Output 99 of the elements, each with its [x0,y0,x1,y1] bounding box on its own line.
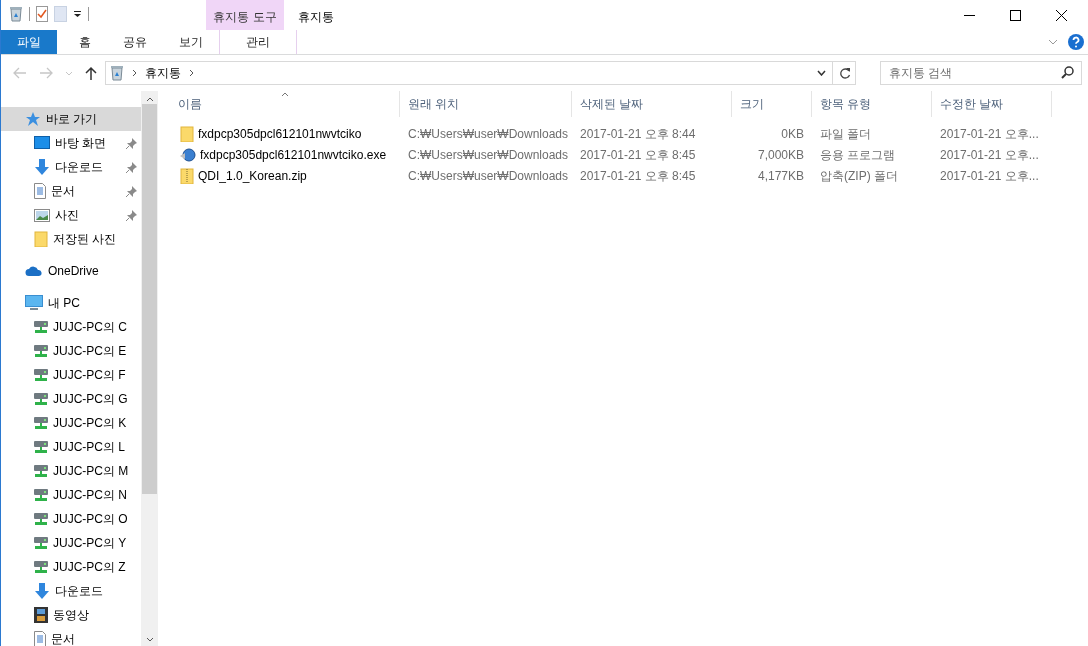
nav-item[interactable]: 문서 [1,179,141,203]
network-drive-icon [34,536,48,550]
nav-item[interactable]: OneDrive [1,259,141,283]
dropdown-icon[interactable] [73,10,82,18]
nav-item[interactable]: 다운로드 [1,579,141,603]
network-drive-icon [34,488,48,502]
chevron-icon [132,69,137,77]
nav-item[interactable]: 동영상 [1,603,141,627]
search-icon[interactable] [1061,66,1074,79]
nav-item[interactable]: JUJC-PC의 Z [1,555,141,579]
nav-item[interactable]: 바로 가기 [1,107,141,131]
column-header[interactable]: 크기 [732,91,812,117]
column-header[interactable]: 수정한 날짜 [932,91,1052,117]
computer-icon [25,295,43,311]
network-drive-icon [34,368,48,382]
maximize-icon[interactable] [1009,9,1021,21]
column-header[interactable]: 이름 [170,91,400,117]
cloud-icon [25,265,43,277]
nav-item[interactable]: 문서 [1,627,141,646]
folder-icon [34,231,48,247]
search-field[interactable]: 휴지통 검색 [880,61,1082,85]
document-icon [34,183,46,199]
ribbon-tab[interactable]: 공유 [107,30,163,54]
film-icon [34,607,48,623]
down-arrow-icon [34,159,50,175]
nav-item[interactable]: JUJC-PC의 Y [1,531,141,555]
file-name[interactable]: fxdpcp305dpcl612101nwvtciko [170,124,400,143]
table-cell-text: 2017-01-21 오후 8:44 [579,125,697,143]
table-cell-text: 파일 폴더 [819,125,873,143]
nav-item[interactable]: JUJC-PC의 G [1,387,141,411]
nav-item[interactable]: 사진 [1,203,141,227]
ribbon-tab[interactable]: 관리 [219,30,297,54]
document-icon [34,631,46,646]
scroll-down-icon[interactable] [145,637,154,642]
network-drive-icon [34,392,48,406]
network-drive-icon [34,440,48,454]
zip-folder-icon [180,167,194,184]
nav-item[interactable]: JUJC-PC의 L [1,435,141,459]
network-drive-icon [34,344,48,358]
nav-item[interactable]: 다운로드 [1,155,141,179]
nav-item[interactable]: 바탕 화면 [1,131,141,155]
ribbon-tab[interactable]: 보기 [163,30,219,54]
window-title: 휴지통 [297,9,335,26]
application-icon [180,146,196,163]
table-cell-text: C:₩Users₩user₩Downloads [407,167,570,185]
scroll-up-icon[interactable] [145,97,154,102]
picture-icon [34,208,50,222]
nav-item[interactable]: JUJC-PC의 O [1,507,141,531]
expand-ribbon-icon[interactable] [1048,39,1058,45]
minimize-icon[interactable] [963,14,975,16]
table-cell-text: 2017-01-21 오후 8:45 [579,167,697,185]
column-header[interactable]: 삭제된 날짜 [572,91,732,117]
nav-item[interactable]: JUJC-PC의 C [1,315,141,339]
table-cell-text: 2017-01-21 오후... [939,125,1040,143]
network-drive-icon [34,560,48,574]
context-tab-group: 휴지통 도구 [206,0,284,30]
column-header[interactable]: 원래 위치 [400,91,572,117]
dropdown-icon[interactable] [817,70,826,76]
column-header[interactable]: 항목 유형 [812,91,932,117]
network-drive-icon [34,320,48,334]
network-drive-icon [34,416,48,430]
table-cell-text: 2017-01-21 오후 8:45 [579,146,697,164]
file-name[interactable]: QDI_1.0_Korean.zip [170,166,400,185]
folder-icon [180,125,194,142]
nav-item[interactable]: JUJC-PC의 K [1,411,141,435]
nav-item[interactable]: JUJC-PC의 M [1,459,141,483]
table-cell-text: 7,000KB [756,146,805,164]
file-name[interactable]: fxdpcp305dpcl612101nwvtciko.exe [170,145,400,164]
table-cell-text: 압축(ZIP) 폴더 [819,167,899,185]
table-cell-text: 0KB [780,125,805,143]
network-drive-icon [34,464,48,478]
nav-item[interactable]: JUJC-PC의 F [1,363,141,387]
breadcrumb[interactable]: 휴지통 [145,64,181,82]
chevron-icon[interactable] [189,69,194,77]
address-bar[interactable]: 휴지통 [105,61,856,85]
scrollbar[interactable] [141,91,158,646]
nav-item[interactable]: JUJC-PC의 E [1,339,141,363]
nav-item[interactable]: JUJC-PC의 N [1,483,141,507]
down-arrow-icon [34,583,50,599]
properties-icon[interactable] [36,6,48,22]
nav-item[interactable]: 내 PC [1,291,141,315]
recycle-bin-icon [9,6,23,22]
table-cell-text: C:₩Users₩user₩Downloads [407,125,570,143]
ribbon-tab[interactable]: 홈 [63,30,107,54]
monitor-icon [34,136,50,150]
star-icon [25,111,41,127]
table-cell-text: 응용 프로그램 [819,146,897,164]
table-cell-text: 4,177KB [756,167,805,185]
recycle-bin-icon [110,65,124,81]
sort-up-icon[interactable] [280,92,289,97]
nav-item[interactable]: 저장된 사진 [1,227,141,251]
table-cell-text: C:₩Users₩user₩Downloads [407,146,570,164]
ribbon-tab[interactable]: 파일 [1,30,57,54]
close-icon[interactable] [1055,9,1067,21]
refresh-icon[interactable] [839,66,851,80]
help-icon[interactable] [1068,34,1084,50]
table-cell-text: 2017-01-21 오후... [939,167,1040,185]
table-cell-text: 2017-01-21 오후... [939,146,1040,164]
network-drive-icon [34,512,48,526]
